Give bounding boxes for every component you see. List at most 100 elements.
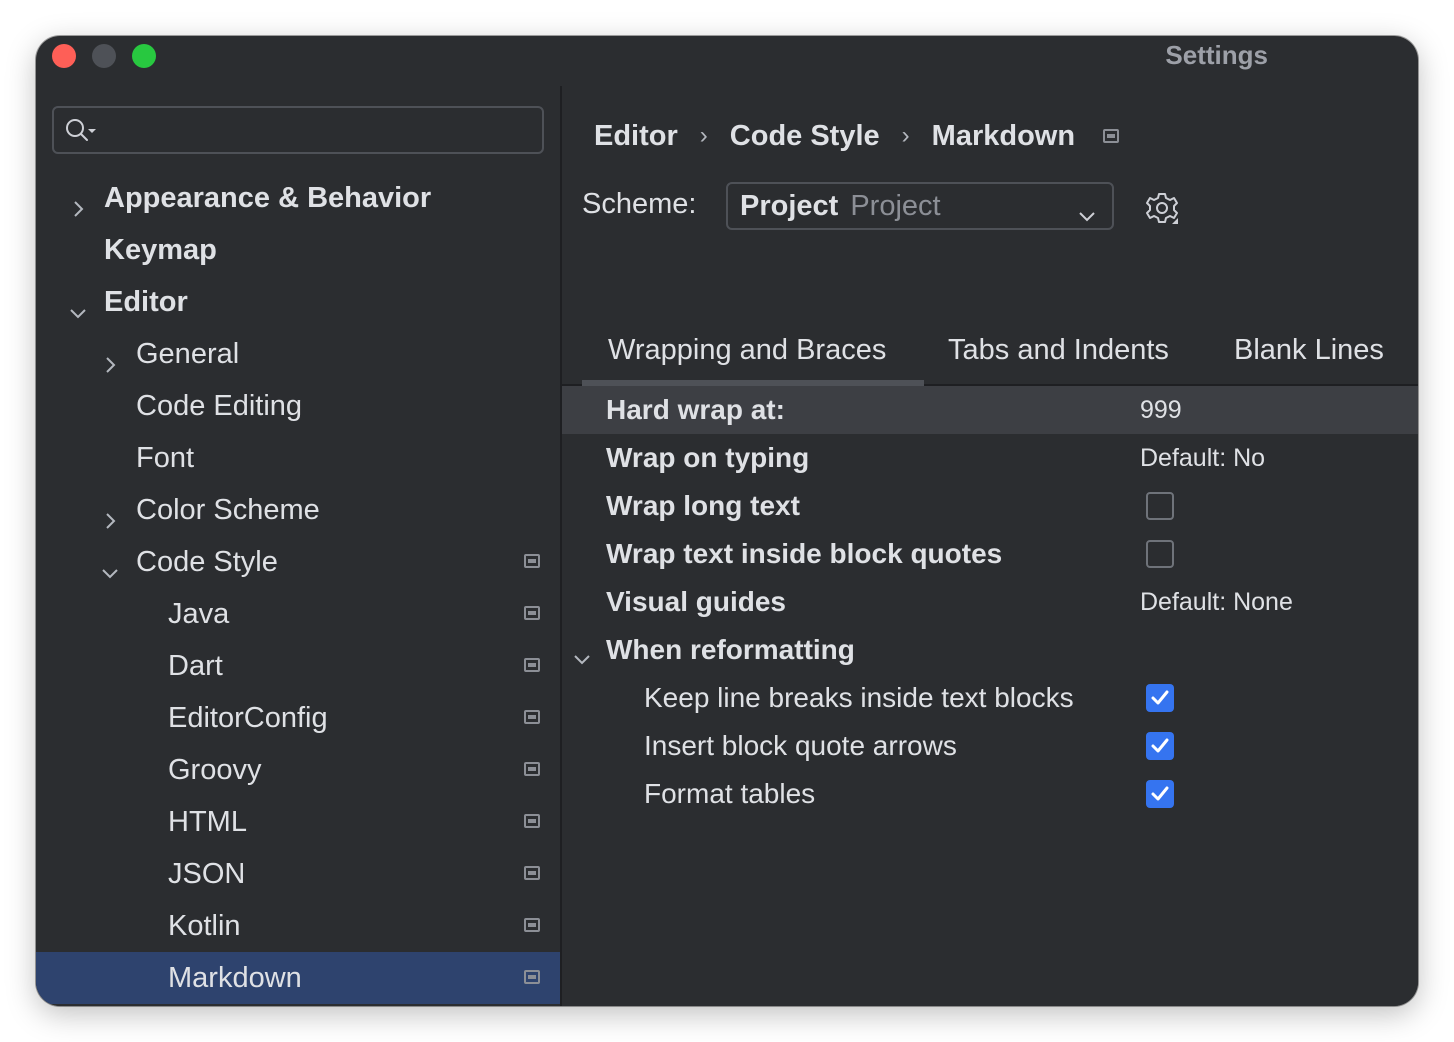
tab-tabs-and-indents[interactable]: Tabs and Indents [948, 334, 1169, 367]
group-when-reformatting[interactable]: When reformatting [562, 626, 1418, 674]
scheme-dropdown[interactable]: Project Project [726, 182, 1114, 230]
project-scope-icon [524, 970, 540, 984]
sidebar-item-label: Editor [104, 286, 188, 318]
tab-bar: Wrapping and Braces Tabs and Indents Bla… [562, 322, 1418, 386]
gear-icon[interactable] [1144, 190, 1180, 231]
sidebar-item-code-editing[interactable]: Code Editing [36, 380, 560, 432]
insert-block-quote-arrows-checkbox[interactable] [1146, 732, 1174, 760]
option-label: Keep line breaks inside text blocks [644, 682, 1074, 713]
option-visual-guides[interactable]: Visual guides Default: None [562, 578, 1418, 626]
project-scope-icon [524, 554, 540, 568]
chevron-down-icon[interactable] [66, 290, 90, 319]
sidebar-item-label: Appearance & Behavior [104, 182, 432, 214]
breadcrumb-separator: › [901, 122, 910, 149]
project-scope-icon [1103, 129, 1120, 143]
sidebar-item-editor[interactable]: Editor [36, 276, 560, 328]
search-icon [64, 117, 100, 150]
option-hard-wrap-at[interactable]: Hard wrap at: 999 [562, 386, 1418, 434]
breadcrumb-item[interactable]: Code Style [730, 120, 880, 153]
sidebar-item-dart[interactable]: Dart [36, 640, 560, 692]
sidebar-item-label: Code Style [136, 546, 278, 578]
keep-line-breaks-checkbox[interactable] [1146, 684, 1174, 712]
sidebar-item-editorconfig[interactable]: EditorConfig [36, 692, 560, 744]
option-label: Wrap on typing [606, 442, 810, 473]
sidebar-item-label: Markdown [168, 962, 302, 994]
sidebar-item-label: Java [168, 598, 230, 630]
option-label: Wrap text inside block quotes [606, 538, 1003, 569]
option-wrap-text-inside-block-quotes[interactable]: Wrap text inside block quotes [562, 530, 1418, 578]
sidebar-item-kotlin[interactable]: Kotlin [36, 900, 560, 952]
option-label: Wrap long text [606, 490, 800, 521]
chevron-down-icon[interactable] [98, 550, 122, 579]
checkmark-icon [1151, 690, 1169, 705]
sidebar-item-general[interactable]: General [36, 328, 560, 380]
option-wrap-on-typing[interactable]: Wrap on typing Default: No [562, 434, 1418, 482]
option-wrap-long-text[interactable]: Wrap long text [562, 482, 1418, 530]
sidebar-item-color-scheme[interactable]: Color Scheme [36, 484, 560, 536]
sidebar-item-label: General [136, 338, 240, 370]
breadcrumb: Editor › Code Style › Markdown [594, 116, 1120, 156]
sidebar-item-label: HTML [168, 806, 247, 838]
option-keep-line-breaks[interactable]: Keep line breaks inside text blocks [562, 674, 1418, 722]
sidebar-item-label: Groovy [168, 754, 262, 786]
sidebar-item-label: Color Scheme [136, 494, 320, 526]
sidebar-item-label: Font [136, 442, 195, 474]
search-input[interactable] [52, 106, 544, 154]
project-scope-icon [524, 762, 540, 776]
checkmark-icon [1151, 738, 1169, 753]
chevron-down-icon [1076, 196, 1098, 240]
sidebar-item-html[interactable]: HTML [36, 796, 560, 848]
wrap-block-quotes-checkbox[interactable] [1146, 540, 1174, 568]
breadcrumb-item[interactable]: Editor [594, 120, 678, 153]
project-scope-icon [524, 866, 540, 880]
option-insert-block-quote-arrows[interactable]: Insert block quote arrows [562, 722, 1418, 770]
sidebar-item-font[interactable]: Font [36, 432, 560, 484]
chevron-right-icon[interactable] [98, 498, 122, 529]
chevron-right-icon[interactable] [98, 342, 122, 373]
minimize-window-button[interactable] [92, 44, 116, 68]
project-scope-icon [524, 606, 540, 620]
tab-blank-lines[interactable]: Blank Lines [1234, 334, 1384, 367]
options-list: Hard wrap at: 999 Wrap on typing Default… [562, 386, 1418, 818]
chevron-right-icon[interactable] [66, 186, 90, 217]
project-scope-icon [524, 918, 540, 932]
sidebar-item-label: Code Editing [136, 390, 303, 422]
format-tables-checkbox[interactable] [1146, 780, 1174, 808]
option-label: Hard wrap at: [606, 394, 785, 425]
scheme-hint: Project [850, 190, 941, 222]
sidebar-item-label: Keymap [104, 234, 217, 266]
window-title: Settings [1165, 40, 1268, 70]
wrap-on-typing-value[interactable]: Default: No [1140, 434, 1265, 482]
sidebar-item-label: EditorConfig [168, 702, 328, 734]
project-scope-icon [524, 710, 540, 724]
sidebar-item-appearance-behavior[interactable]: Appearance & Behavior [36, 172, 560, 224]
sidebar-item-markdown[interactable]: Markdown [36, 952, 560, 1004]
sidebar-item-keymap[interactable]: Keymap [36, 224, 560, 276]
option-format-tables[interactable]: Format tables [562, 770, 1418, 818]
settings-tree: Appearance & Behavior Keymap Editor Gene… [36, 172, 560, 1004]
tab-wrapping-and-braces[interactable]: Wrapping and Braces [608, 334, 886, 367]
checkmark-icon [1151, 786, 1169, 801]
scheme-value: Project [740, 190, 839, 222]
close-window-button[interactable] [52, 44, 76, 68]
project-scope-icon [524, 814, 540, 828]
sidebar-item-groovy[interactable]: Groovy [36, 744, 560, 796]
option-label: Insert block quote arrows [644, 730, 957, 761]
sidebar-item-label: Kotlin [168, 910, 241, 942]
sidebar-item-label: Dart [168, 650, 223, 682]
option-label: Visual guides [606, 586, 786, 617]
settings-main-panel: Editor › Code Style › Markdown Scheme: P… [562, 86, 1418, 1006]
sidebar-item-code-style[interactable]: Code Style [36, 536, 560, 588]
settings-sidebar: Appearance & Behavior Keymap Editor Gene… [36, 86, 560, 1006]
visual-guides-value[interactable]: Default: None [1140, 578, 1293, 626]
scheme-label: Scheme: [582, 188, 697, 220]
breadcrumb-item: Markdown [931, 119, 1076, 152]
sidebar-item-label: JSON [168, 858, 246, 890]
hard-wrap-value[interactable]: 999 [1140, 386, 1182, 434]
sidebar-item-java[interactable]: Java [36, 588, 560, 640]
project-scope-icon [524, 658, 540, 672]
wrap-long-text-checkbox[interactable] [1146, 492, 1174, 520]
option-label: Format tables [644, 778, 816, 809]
maximize-window-button[interactable] [132, 44, 156, 68]
sidebar-item-json[interactable]: JSON [36, 848, 560, 900]
